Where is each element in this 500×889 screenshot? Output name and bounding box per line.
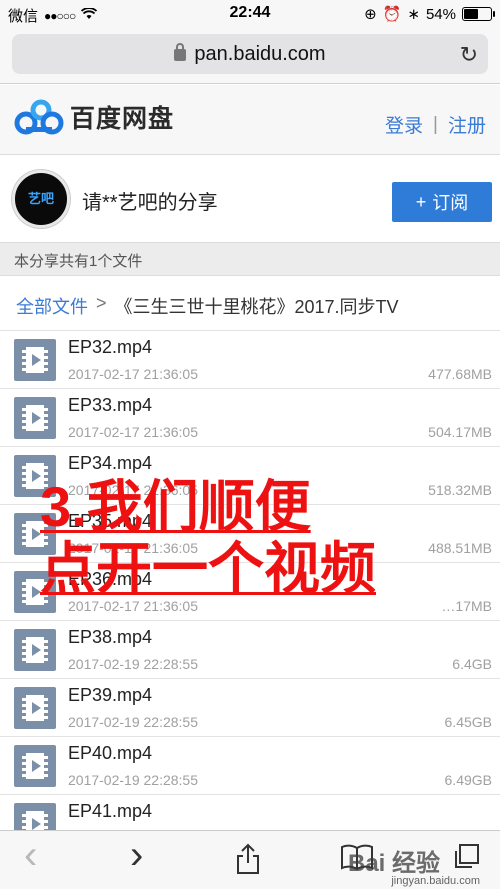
list-item[interactable]: EP33.mp4 2017-02-17 21:36:05 504.17MB: [0, 389, 500, 447]
subscribe-button[interactable]: + 订阅: [392, 182, 492, 222]
share-header: 艺吧 请**艺吧的分享 + 订阅: [0, 156, 500, 242]
file-size: 504.17MB: [428, 424, 492, 440]
file-size: 6.45GB: [444, 714, 492, 730]
file-size: …17MB: [441, 598, 492, 614]
url-text: pan.baidu.com: [194, 42, 326, 65]
register-link[interactable]: 注册: [448, 111, 486, 138]
battery-icon: [462, 7, 495, 21]
file-count-banner: 本分享共有1个文件: [0, 242, 500, 276]
file-name: EP32.mp4: [68, 337, 153, 357]
file-date: 2017-02-17 21:36:05: [68, 482, 198, 498]
file-date: 2017-02-17 21:36:05: [68, 424, 198, 440]
login-link[interactable]: 登录: [385, 111, 423, 138]
file-name: EP40.mp4: [68, 743, 153, 763]
logo-text: 百度网盘: [70, 105, 175, 133]
file-name: EP39.mp4: [68, 685, 153, 705]
file-date: 2017-02-17 21:36:05: [68, 540, 198, 556]
file-name: EP38.mp4: [68, 627, 153, 647]
file-size: 488.51MB: [428, 540, 492, 556]
share-icon[interactable]: [234, 843, 262, 883]
battery-level-fill: [464, 9, 478, 19]
reload-icon[interactable]: ↻: [460, 42, 478, 68]
baidu-pan-logo[interactable]: 百度网盘: [14, 99, 174, 135]
file-size: 6.49GB: [444, 772, 492, 788]
forward-icon[interactable]: ›: [130, 833, 143, 878]
baidu-jingyan-watermark: Bai 经验: [347, 850, 440, 877]
address-field[interactable]: pan.baidu.com ↻: [12, 34, 488, 74]
list-item[interactable]: EP34.mp4 2017-02-17 21:36:05 518.32MB: [0, 447, 500, 505]
watermark-url: jingyan.baidu.com: [391, 875, 480, 887]
list-item[interactable]: EP38.mp4 2017-02-19 22:28:55 6.4GB: [0, 621, 500, 679]
list-item[interactable]: EP32.mp4 2017-02-17 21:36:05 477.68MB: [0, 331, 500, 389]
lock-icon: [174, 43, 187, 61]
file-name: EP36.mp4: [68, 569, 153, 589]
file-name: EP33.mp4: [68, 395, 153, 415]
breadcrumb-current: 《三生三世十里桃花》2017.同步TV: [114, 297, 399, 317]
status-right: ⊕ ⏰ ∗ 54%: [364, 5, 495, 23]
tabs-icon[interactable]: [452, 843, 480, 879]
file-date: 2017-02-17 21:36:05: [68, 366, 198, 382]
subscribe-label: 订阅: [432, 193, 469, 213]
video-file-icon: [14, 339, 56, 381]
share-title: 请**艺吧的分享: [82, 192, 218, 214]
auth-separator: |: [433, 113, 438, 135]
file-size: 518.32MB: [428, 482, 492, 498]
status-bar: 微信 ●●○○○ 22:44 ⊕ ⏰ ∗ 54%: [0, 0, 500, 28]
orientation-lock-icon: ⊕: [364, 6, 377, 23]
breadcrumb-root-link[interactable]: 全部文件: [16, 293, 88, 317]
breadcrumb: 全部文件 > 《三生三世十里桃花》2017.同步TV: [0, 276, 500, 331]
file-date: 2017-02-17 21:36:05: [68, 598, 198, 614]
list-item[interactable]: EP35.mp4 2017-02-17 21:36:05 488.51MB: [0, 505, 500, 563]
alarm-icon: ⏰: [382, 6, 402, 23]
video-file-icon: [14, 629, 56, 671]
file-name: EP35.mp4: [68, 511, 153, 531]
battery-percent: 54%: [425, 5, 456, 23]
file-name: EP41.mp4: [68, 801, 153, 821]
bluetooth-icon: ∗: [407, 6, 420, 23]
file-name: EP34.mp4: [68, 453, 153, 473]
list-item[interactable]: EP39.mp4 2017-02-19 22:28:55 6.45GB: [0, 679, 500, 737]
app-header: 百度网盘 登录 | 注册: [0, 85, 500, 155]
cloud-logo-icon: [14, 99, 64, 135]
file-size: 6.4GB: [452, 656, 492, 672]
file-list: EP32.mp4 2017-02-17 21:36:05 477.68MB EP…: [0, 331, 500, 853]
video-file-icon: [14, 397, 56, 439]
avatar[interactable]: 艺吧: [12, 170, 70, 228]
video-file-icon: [14, 745, 56, 787]
list-item[interactable]: EP36.mp4 2017-02-17 21:36:05 …17MB: [0, 563, 500, 621]
breadcrumb-arrow: >: [96, 293, 107, 313]
auth-links: 登录 | 注册: [385, 111, 486, 138]
list-item[interactable]: EP40.mp4 2017-02-19 22:28:55 6.49GB: [0, 737, 500, 795]
video-file-icon: [14, 687, 56, 729]
back-icon[interactable]: ‹: [24, 833, 37, 878]
file-date: 2017-02-19 22:28:55: [68, 656, 198, 672]
file-size: 477.68MB: [428, 366, 492, 382]
file-date: 2017-02-19 22:28:55: [68, 772, 198, 788]
video-file-icon: [14, 455, 56, 497]
file-date: 2017-02-19 22:28:55: [68, 714, 198, 730]
video-file-icon: [14, 513, 56, 555]
browser-url-bar: pan.baidu.com ↻: [0, 28, 500, 84]
avatar-text: 艺吧: [27, 191, 54, 206]
video-file-icon: [14, 571, 56, 613]
browser-toolbar: ‹ › Bai 经验 jingyan.baidu.com: [0, 830, 500, 889]
plus-icon: +: [415, 191, 427, 212]
